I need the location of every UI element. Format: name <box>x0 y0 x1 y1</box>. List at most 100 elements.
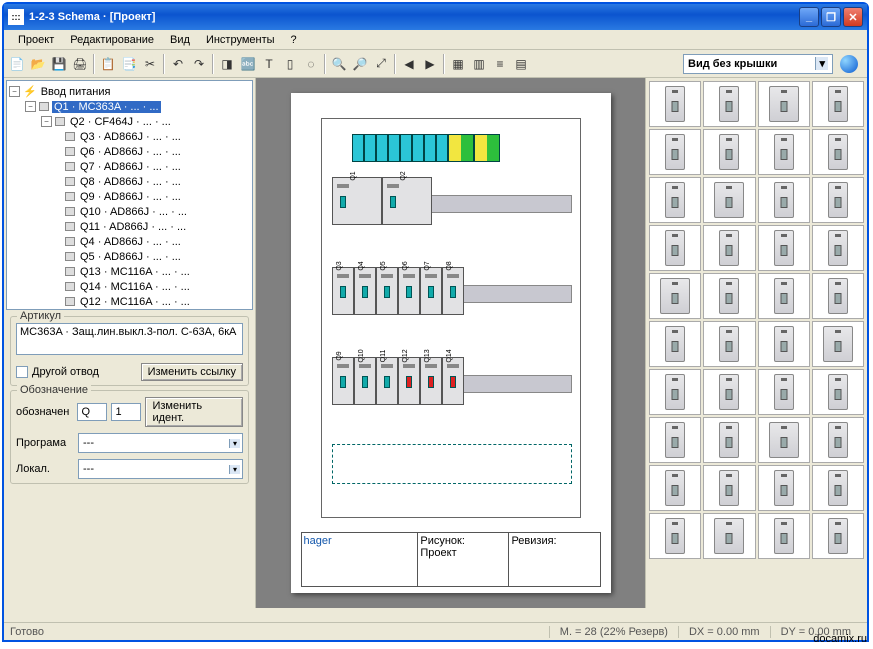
module-Q5[interactable]: Q5 <box>376 267 398 315</box>
module-Q1[interactable]: Q1 <box>332 177 382 225</box>
palette-item[interactable] <box>649 417 701 463</box>
palette-item[interactable] <box>649 321 701 367</box>
palette-item[interactable] <box>649 369 701 415</box>
palette-item[interactable] <box>758 129 810 175</box>
change-link-button[interactable]: Изменить ссылку <box>141 363 243 381</box>
undo-icon[interactable]: ↶ <box>168 54 188 74</box>
tree-leaf[interactable]: Q11 · AD866J · ... · ... <box>9 219 250 234</box>
menu-edit[interactable]: Редактирование <box>62 32 162 48</box>
tree-leaf[interactable]: Q12 · MC116A · ... · ... <box>9 294 250 309</box>
program-dropdown[interactable]: --- ▾ <box>78 433 243 453</box>
zoom-in-icon[interactable]: 🔍 <box>329 54 349 74</box>
menu-view[interactable]: Вид <box>162 32 198 48</box>
palette-item[interactable] <box>812 513 864 559</box>
palette-item[interactable] <box>703 129 755 175</box>
palette-item[interactable] <box>703 225 755 271</box>
module-Q4[interactable]: Q4 <box>354 267 376 315</box>
module-Q2[interactable]: Q2 <box>382 177 432 225</box>
module-Q13[interactable]: Q13 <box>420 357 442 405</box>
designation-prefix-input[interactable] <box>77 403 107 421</box>
palette-item[interactable] <box>812 417 864 463</box>
palette-item[interactable] <box>649 225 701 271</box>
close-button[interactable]: ✕ <box>843 7 863 27</box>
palette-item[interactable] <box>812 465 864 511</box>
collapse-icon[interactable]: − <box>41 116 52 127</box>
copy2-icon[interactable]: 📑 <box>119 54 139 74</box>
open-icon[interactable]: 📂 <box>28 54 48 74</box>
palette-item[interactable] <box>812 321 864 367</box>
palette-item[interactable] <box>758 417 810 463</box>
palette-item[interactable] <box>758 369 810 415</box>
tree-leaf[interactable]: Q6 · AD866J · ... · ... <box>9 144 250 159</box>
new-icon[interactable]: 📄 <box>7 54 27 74</box>
palette-item[interactable] <box>649 129 701 175</box>
palette-item[interactable] <box>703 513 755 559</box>
tree-leaf[interactable]: Q10 · AD866J · ... · ... <box>9 204 250 219</box>
tree-leaf[interactable]: Q13 · MC116A · ... · ... <box>9 264 250 279</box>
menu-tools[interactable]: Инструменты <box>198 32 283 48</box>
collapse-icon[interactable]: − <box>25 101 36 112</box>
tree-leaf[interactable]: Q14 · MC116A · ... · ... <box>9 279 250 294</box>
module-Q8[interactable]: Q8 <box>442 267 464 315</box>
palette-item[interactable] <box>703 273 755 319</box>
module-Q11[interactable]: Q11 <box>376 357 398 405</box>
copy-icon[interactable]: 📋 <box>98 54 118 74</box>
tree-leaf[interactable]: Q5 · AD866J · ... · ... <box>9 249 250 264</box>
cut-icon[interactable]: ✂ <box>140 54 160 74</box>
module-Q6[interactable]: Q6 <box>398 267 420 315</box>
palette-item[interactable] <box>649 513 701 559</box>
page-prev-icon[interactable]: ◀ <box>399 54 419 74</box>
collapse-icon[interactable]: − <box>9 86 20 97</box>
drawing-canvas[interactable]: Q1Q2 Q3Q4Q5Q6Q7Q8 Q9Q10Q11Q12Q13Q14 hage… <box>256 78 645 608</box>
palette-item[interactable] <box>812 129 864 175</box>
print-icon[interactable]: 🖨 <box>70 54 90 74</box>
redo-icon[interactable]: ↷ <box>189 54 209 74</box>
project-tree[interactable]: − ⚡ Ввод питания − Q1 · MC363A · ... · .… <box>6 80 253 310</box>
tool-a-icon[interactable]: ◨ <box>217 54 237 74</box>
palette-item[interactable] <box>649 177 701 223</box>
save-icon[interactable]: 💾 <box>49 54 69 74</box>
alt-feed-checkbox[interactable] <box>16 366 28 378</box>
palette-item[interactable] <box>703 321 755 367</box>
palette-item[interactable] <box>703 81 755 127</box>
palette-item[interactable] <box>758 81 810 127</box>
palette-item[interactable] <box>703 417 755 463</box>
grid2-icon[interactable]: ▥ <box>469 54 489 74</box>
tool-c-icon[interactable]: T <box>259 54 279 74</box>
module-Q9[interactable]: Q9 <box>332 357 354 405</box>
tree-leaf[interactable]: Q7 · AD866J · ... · ... <box>9 159 250 174</box>
module-Q10[interactable]: Q10 <box>354 357 376 405</box>
palette-item[interactable] <box>758 513 810 559</box>
palette-item[interactable] <box>758 465 810 511</box>
palette-item[interactable] <box>649 273 701 319</box>
module-Q14[interactable]: Q14 <box>442 357 464 405</box>
component-palette[interactable] <box>645 78 867 608</box>
tree-root[interactable]: − ⚡ Ввод питания <box>9 84 250 99</box>
palette-item[interactable] <box>812 273 864 319</box>
palette-item[interactable] <box>812 225 864 271</box>
palette-item[interactable] <box>758 225 810 271</box>
menu-project[interactable]: Проект <box>10 32 62 48</box>
designation-number-input[interactable] <box>111 403 141 421</box>
minimize-button[interactable]: _ <box>799 7 819 27</box>
palette-item[interactable] <box>812 369 864 415</box>
palette-item[interactable] <box>649 465 701 511</box>
palette-item[interactable] <box>758 177 810 223</box>
tree-leaf[interactable]: Q3 · AD866J · ... · ... <box>9 129 250 144</box>
maximize-button[interactable]: ❐ <box>821 7 841 27</box>
palette-item[interactable] <box>812 81 864 127</box>
grid-icon[interactable]: ▦ <box>448 54 468 74</box>
tool-e-icon[interactable]: ◌ <box>301 54 321 74</box>
tool-b-icon[interactable]: 🔤 <box>238 54 258 74</box>
view-mode-dropdown[interactable]: Вид без крышки ▾ <box>683 54 833 74</box>
change-ident-button[interactable]: Изменить идент. <box>145 397 243 427</box>
local-dropdown[interactable]: --- ▾ <box>78 459 243 479</box>
tool-d-icon[interactable]: ▯ <box>280 54 300 74</box>
layers-icon[interactable]: ≡ <box>490 54 510 74</box>
menu-help[interactable]: ? <box>283 32 305 48</box>
tree-leaf[interactable]: Q9 · AD866J · ... · ... <box>9 189 250 204</box>
palette-item[interactable] <box>758 321 810 367</box>
zoom-fit-icon[interactable]: ⤢ <box>371 54 391 74</box>
tree-node-q1[interactable]: − Q1 · MC363A · ... · ... <box>9 99 250 114</box>
module-Q7[interactable]: Q7 <box>420 267 442 315</box>
